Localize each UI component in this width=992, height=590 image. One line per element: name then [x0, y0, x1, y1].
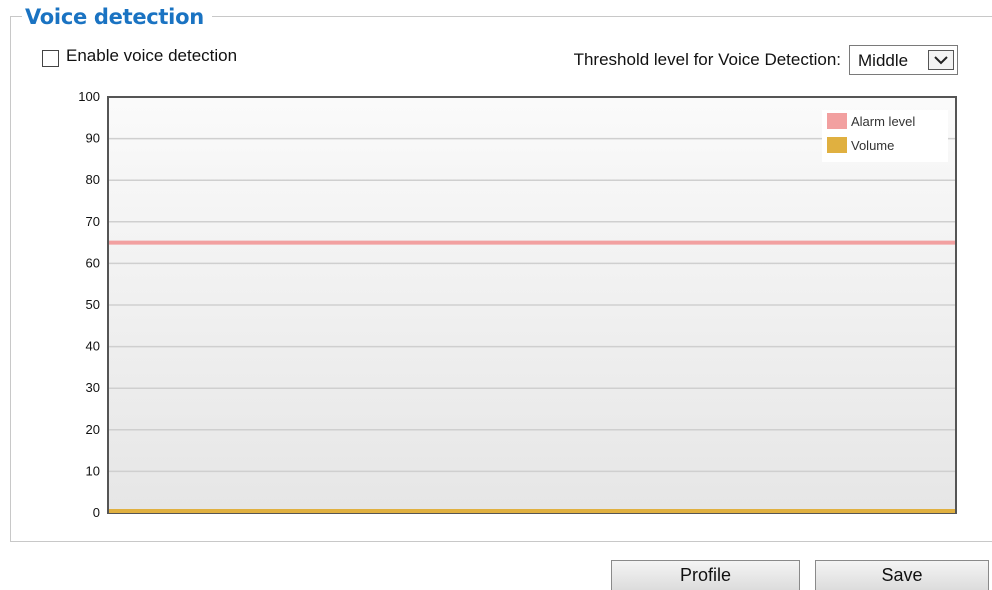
legend-swatch	[827, 113, 847, 129]
y-tick-label: 90	[86, 131, 100, 146]
y-tick-label: 0	[93, 505, 100, 520]
legend-swatch	[827, 137, 847, 153]
y-tick-label: 30	[86, 380, 100, 395]
y-tick-label: 60	[86, 255, 100, 270]
y-tick-label: 80	[86, 172, 100, 187]
save-button[interactable]: Save	[815, 560, 989, 590]
y-tick-label: 40	[86, 339, 100, 354]
y-tick-label: 10	[86, 463, 100, 478]
y-tick-label: 70	[86, 214, 100, 229]
voice-level-chart: 0 10 20 30 40 50 60 70 80 90 100 Alarm level Volume	[78, 89, 957, 520]
y-tick-label: 20	[86, 422, 100, 437]
legend-label: Alarm level	[851, 114, 915, 129]
profile-button[interactable]: Profile	[611, 560, 800, 590]
legend-label: Volume	[851, 138, 894, 153]
y-tick-label: 100	[78, 89, 100, 104]
y-tick-label: 50	[86, 297, 100, 312]
